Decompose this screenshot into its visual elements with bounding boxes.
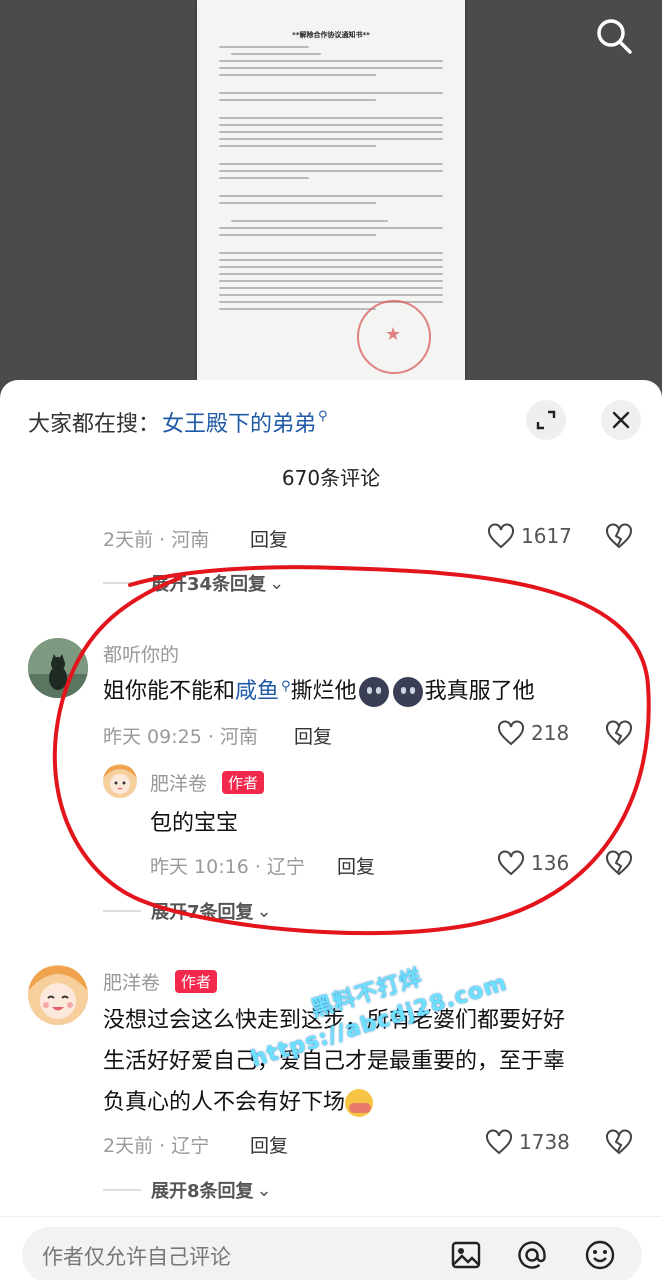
- chevron-down-icon: ⌄: [256, 1179, 272, 1201]
- heart-icon: [488, 523, 514, 549]
- chevron-down-icon: ⌄: [269, 572, 285, 594]
- document-title: **解除合作协议通知书**: [292, 31, 370, 39]
- author-badge: 作者: [175, 970, 218, 993]
- reply-text: 包的宝宝: [150, 811, 239, 836]
- close-button[interactable]: [601, 400, 641, 440]
- notice-document-image: **解除合作协议通知书**: [197, 0, 465, 380]
- comment-meta: 昨天 09:25 · 河南: [103, 726, 258, 748]
- expand-replies-label: 展开7条回复: [151, 902, 254, 923]
- like-button[interactable]: 136: [497, 850, 569, 876]
- avatar[interactable]: [103, 764, 137, 798]
- search-term-link[interactable]: 女王殿下的弟弟: [162, 406, 316, 438]
- video-background: **解除合作协议通知书**: [0, 0, 662, 400]
- comment-username[interactable]: 都听你的: [103, 640, 179, 667]
- like-button[interactable]: 1617: [487, 523, 572, 549]
- like-count: 136: [531, 851, 570, 875]
- keyword-link[interactable]: 咸鱼: [235, 679, 279, 704]
- expand-icon: [536, 410, 556, 430]
- red-seal-stamp: [357, 300, 431, 374]
- reply-meta: 昨天 10:16 · 辽宁: [150, 856, 305, 878]
- broken-heart-icon: [606, 1129, 632, 1155]
- comment-sheet: 大家都在搜： 女王殿下的弟弟 ⚲ 670条评论 2天前 · 河南 回复 1617…: [0, 380, 662, 1280]
- reply-username[interactable]: 肥洋卷: [150, 769, 207, 796]
- avatar[interactable]: [28, 965, 88, 1025]
- search-icon[interactable]: [594, 16, 634, 56]
- like-count: 1738: [519, 1130, 570, 1154]
- dislike-button[interactable]: [605, 720, 633, 750]
- reply-button[interactable]: 回复: [250, 525, 288, 552]
- close-icon: [612, 411, 630, 429]
- dislike-button[interactable]: [605, 1129, 633, 1159]
- comment-meta: 2天前 · 辽宁: [103, 1135, 210, 1157]
- avatar[interactable]: [28, 638, 88, 698]
- expand-replies-button[interactable]: 展开7条回复 ⌄: [103, 898, 272, 924]
- image-icon[interactable]: [450, 1239, 482, 1271]
- broken-heart-icon: [606, 850, 632, 876]
- hug-emoji: [345, 1089, 374, 1117]
- like-button[interactable]: 218: [497, 720, 569, 746]
- small-search-icon: ⚲: [318, 408, 328, 424]
- broken-heart-icon: [606, 720, 632, 746]
- heart-icon: [498, 850, 524, 876]
- dislike-button[interactable]: [605, 850, 633, 880]
- comment-input-placeholder: 作者仅允许自己评论: [42, 1245, 231, 1269]
- comment-input[interactable]: 作者仅允许自己评论: [22, 1227, 642, 1280]
- at-icon[interactable]: [516, 1239, 548, 1271]
- dislike-button[interactable]: [605, 523, 633, 553]
- expand-replies-label: 展开8条回复: [151, 1181, 254, 1202]
- comment-input-bar: 作者仅允许自己评论: [0, 1216, 662, 1280]
- emoji-icon[interactable]: [584, 1239, 616, 1271]
- comment-meta: 2天前 · 河南: [103, 529, 210, 551]
- expand-replies-button[interactable]: 展开34条回复 ⌄: [103, 570, 284, 596]
- broken-heart-icon: [606, 523, 632, 549]
- reply-button[interactable]: 回复: [250, 1131, 288, 1158]
- chevron-down-icon: ⌄: [256, 900, 272, 922]
- comment-text: 没想过会这么快走到这步，所有老婆们都要好好 生活好好爱自己，爱自己才是最重要的，…: [103, 1008, 566, 1117]
- heart-icon: [498, 720, 524, 746]
- dark-face-emoji: [358, 677, 389, 707]
- comment-username[interactable]: 肥洋卷: [103, 968, 160, 995]
- expand-replies-label: 展开34条回复: [151, 574, 267, 595]
- expand-button[interactable]: [526, 400, 566, 440]
- like-count: 1617: [521, 524, 572, 548]
- search-suggestion[interactable]: 大家都在搜： 女王殿下的弟弟 ⚲: [28, 406, 328, 438]
- search-prefix: 大家都在搜：: [28, 412, 161, 437]
- comment-count: 670条评论: [281, 466, 381, 490]
- like-count: 218: [531, 721, 570, 745]
- reply-button[interactable]: 回复: [337, 852, 375, 879]
- author-badge: 作者: [222, 771, 265, 794]
- like-button[interactable]: 1738: [485, 1129, 570, 1155]
- heart-icon: [486, 1129, 512, 1155]
- reply-button[interactable]: 回复: [294, 722, 332, 749]
- comment-text: 姐你能不能和咸鱼 ⚲撕烂他 我真服了他: [103, 671, 535, 715]
- dark-face-emoji: [392, 677, 423, 707]
- expand-replies-button[interactable]: 展开8条回复 ⌄: [103, 1177, 272, 1203]
